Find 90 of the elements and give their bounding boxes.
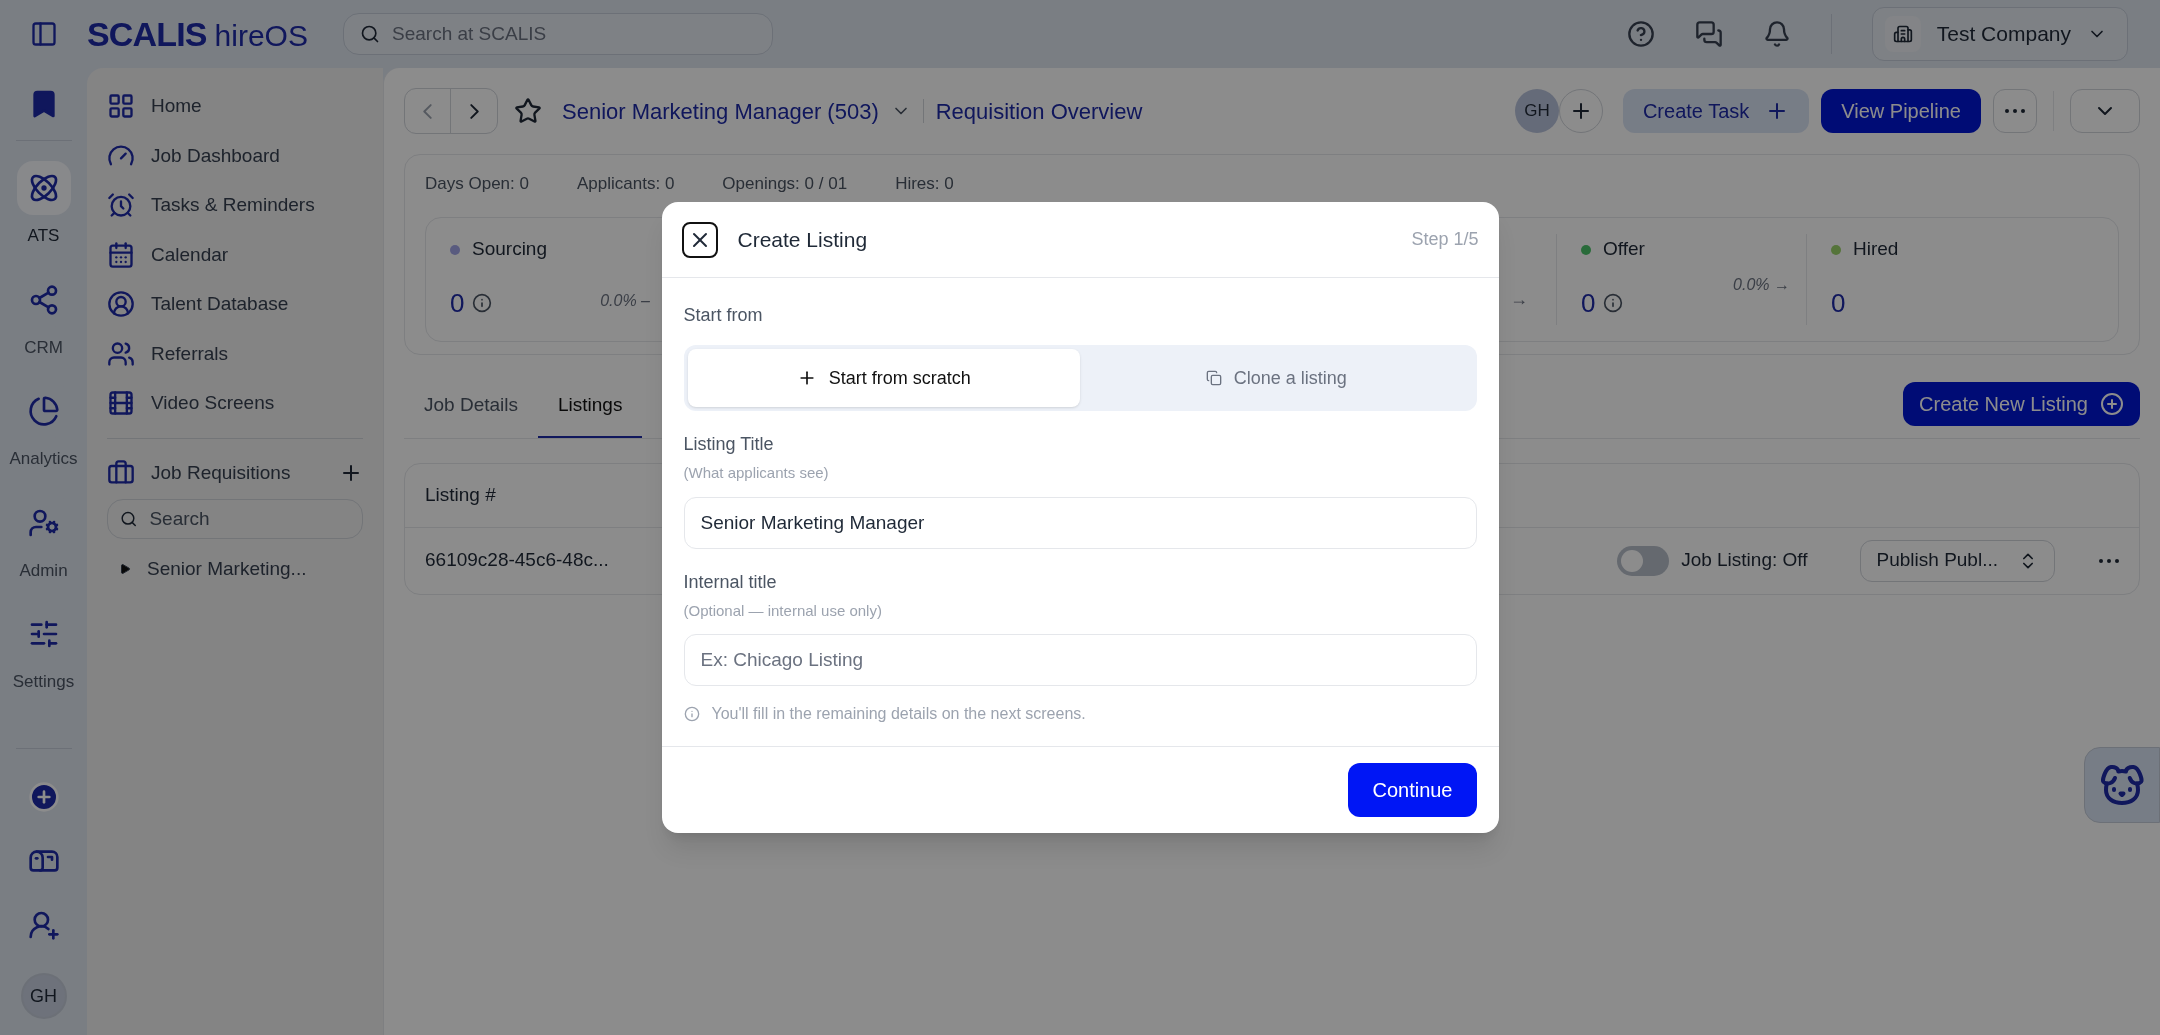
arrow-text: →	[1510, 287, 1528, 311]
tree-item[interactable]: Senior Marketing...	[107, 555, 363, 584]
info-icon	[683, 706, 700, 722]
field-label: Listing Title	[683, 433, 775, 456]
stat-text: Days Open: 0	[425, 173, 529, 195]
table-cell-text: 66109c28-45c6-48c...	[425, 548, 609, 573]
continue-button[interactable]: Continue	[1348, 763, 1477, 817]
stat-text: Applicants: 0	[576, 173, 675, 195]
tab[interactable]: Job Details	[404, 374, 538, 438]
helper-text: You'll fill in the remaining details on the next screens.	[711, 704, 1086, 724]
nav-item[interactable]: Calendar	[107, 240, 363, 269]
user-avatar[interactable]: GH	[1514, 89, 1559, 133]
requisition-search-bar[interactable]: Search	[107, 499, 363, 539]
nav-item[interactable]: Video Screens	[107, 389, 363, 418]
close-button[interactable]	[681, 221, 718, 258]
field-hint: (Optional — internal use only)	[683, 600, 883, 621]
assistant-button[interactable]	[2084, 746, 2160, 823]
stage-count: 0	[1831, 286, 1846, 320]
create-task-button[interactable]: Create Task	[1622, 89, 1810, 133]
nav-item[interactable]: Tasks & Reminders	[107, 191, 363, 220]
stage-name: Sourcing	[472, 237, 547, 262]
briefcase-icon	[107, 458, 135, 487]
alarm-clock-icon	[107, 191, 135, 220]
pie-chart-icon	[27, 395, 60, 427]
field-label: Internal title	[683, 570, 778, 594]
publish-select[interactable]: Publish Publ...	[1859, 539, 2055, 582]
star-icon[interactable]	[514, 97, 542, 125]
conversion-rate: 0.0% –	[600, 290, 650, 311]
dialog-title: Create Listing	[737, 226, 868, 253]
help-icon[interactable]	[1626, 20, 1655, 48]
tab[interactable]: Listings	[538, 374, 643, 438]
section-title: Job Requisitions	[151, 460, 291, 485]
stage-count: 0	[1581, 286, 1596, 320]
grid-icon	[107, 92, 135, 121]
add-circle-icon	[2100, 391, 2124, 416]
company-switcher[interactable]: Test Company	[1871, 7, 2128, 61]
segment-option[interactable]: Clone a listing	[1080, 349, 1473, 407]
search-icon	[120, 509, 138, 529]
page-title: Requisition Overview	[935, 97, 1143, 126]
toggle-switch[interactable]	[1617, 545, 1670, 576]
logo: SCALIS	[87, 13, 207, 55]
nav-item[interactable]: Job Dashboard	[107, 141, 363, 170]
film-icon	[107, 389, 135, 418]
nav-item[interactable]: Referrals	[107, 339, 363, 368]
segment-option[interactable]: Start from scratch	[687, 349, 1080, 407]
toggle-label: Job Listing: Off	[1681, 548, 1808, 573]
add-circle-icon[interactable]	[27, 781, 60, 813]
requisition-search-field[interactable]: Search	[149, 504, 350, 534]
search-icon	[360, 24, 380, 44]
copy-icon	[1205, 370, 1222, 386]
more-icon	[2005, 109, 2025, 113]
field-label: Start from	[683, 304, 764, 327]
step-indicator: Step 1/5	[1411, 228, 1479, 251]
people-icon	[107, 339, 135, 368]
info-icon[interactable]	[1603, 293, 1624, 314]
nav-item[interactable]: Talent Database	[107, 290, 363, 319]
rail-item[interactable]: CRM	[16, 272, 71, 360]
add-user-icon[interactable]	[27, 909, 60, 941]
text-field[interactable]: Senior Marketing Manager	[683, 496, 1477, 549]
rail-item[interactable]: Analytics	[9, 384, 78, 472]
requisition-title[interactable]: Senior Marketing Manager (503)	[562, 94, 879, 128]
bell-icon[interactable]	[1762, 20, 1791, 48]
product-name: hireOS	[214, 17, 308, 54]
chevron-right-icon	[469, 103, 479, 119]
rail-item[interactable]: ATS	[16, 161, 71, 249]
stage-name: Offer	[1603, 237, 1645, 262]
search-bar[interactable]: Search at SCALIS	[343, 13, 773, 55]
view-pipeline-button[interactable]: View Pipeline	[1821, 89, 1981, 133]
create-listing-button[interactable]: Create New Listing	[1903, 381, 2140, 426]
conversion-rate: 0.0% →	[1733, 274, 1790, 295]
user-avatar[interactable]: GH	[20, 973, 67, 1019]
calendar-icon	[107, 240, 135, 269]
sidebar-toggle-icon[interactable]	[29, 20, 58, 48]
text-field[interactable]: Ex: Chicago Listing	[683, 634, 1477, 686]
stage-count: 0	[450, 286, 465, 320]
stat-text: Openings: 0 / 01	[722, 173, 848, 195]
search-field[interactable]: Search at SCALIS	[392, 19, 756, 49]
field-hint: (What applicants see)	[683, 463, 830, 483]
building-icon	[1884, 16, 1921, 52]
user-icon	[107, 290, 135, 319]
info-icon[interactable]	[472, 293, 493, 314]
rail-item[interactable]: Admin	[16, 495, 71, 583]
nav-item[interactable]: Home	[107, 92, 363, 121]
chevron-left-icon	[423, 103, 432, 119]
chat-icon[interactable]	[1694, 20, 1723, 48]
more-icon[interactable]	[2099, 558, 2119, 563]
stat-text: Hires: 0	[895, 173, 954, 195]
rail-item[interactable]: Settings	[12, 607, 75, 695]
column-header: Listing #	[425, 482, 496, 507]
stage-name: Hired	[1853, 237, 1899, 262]
